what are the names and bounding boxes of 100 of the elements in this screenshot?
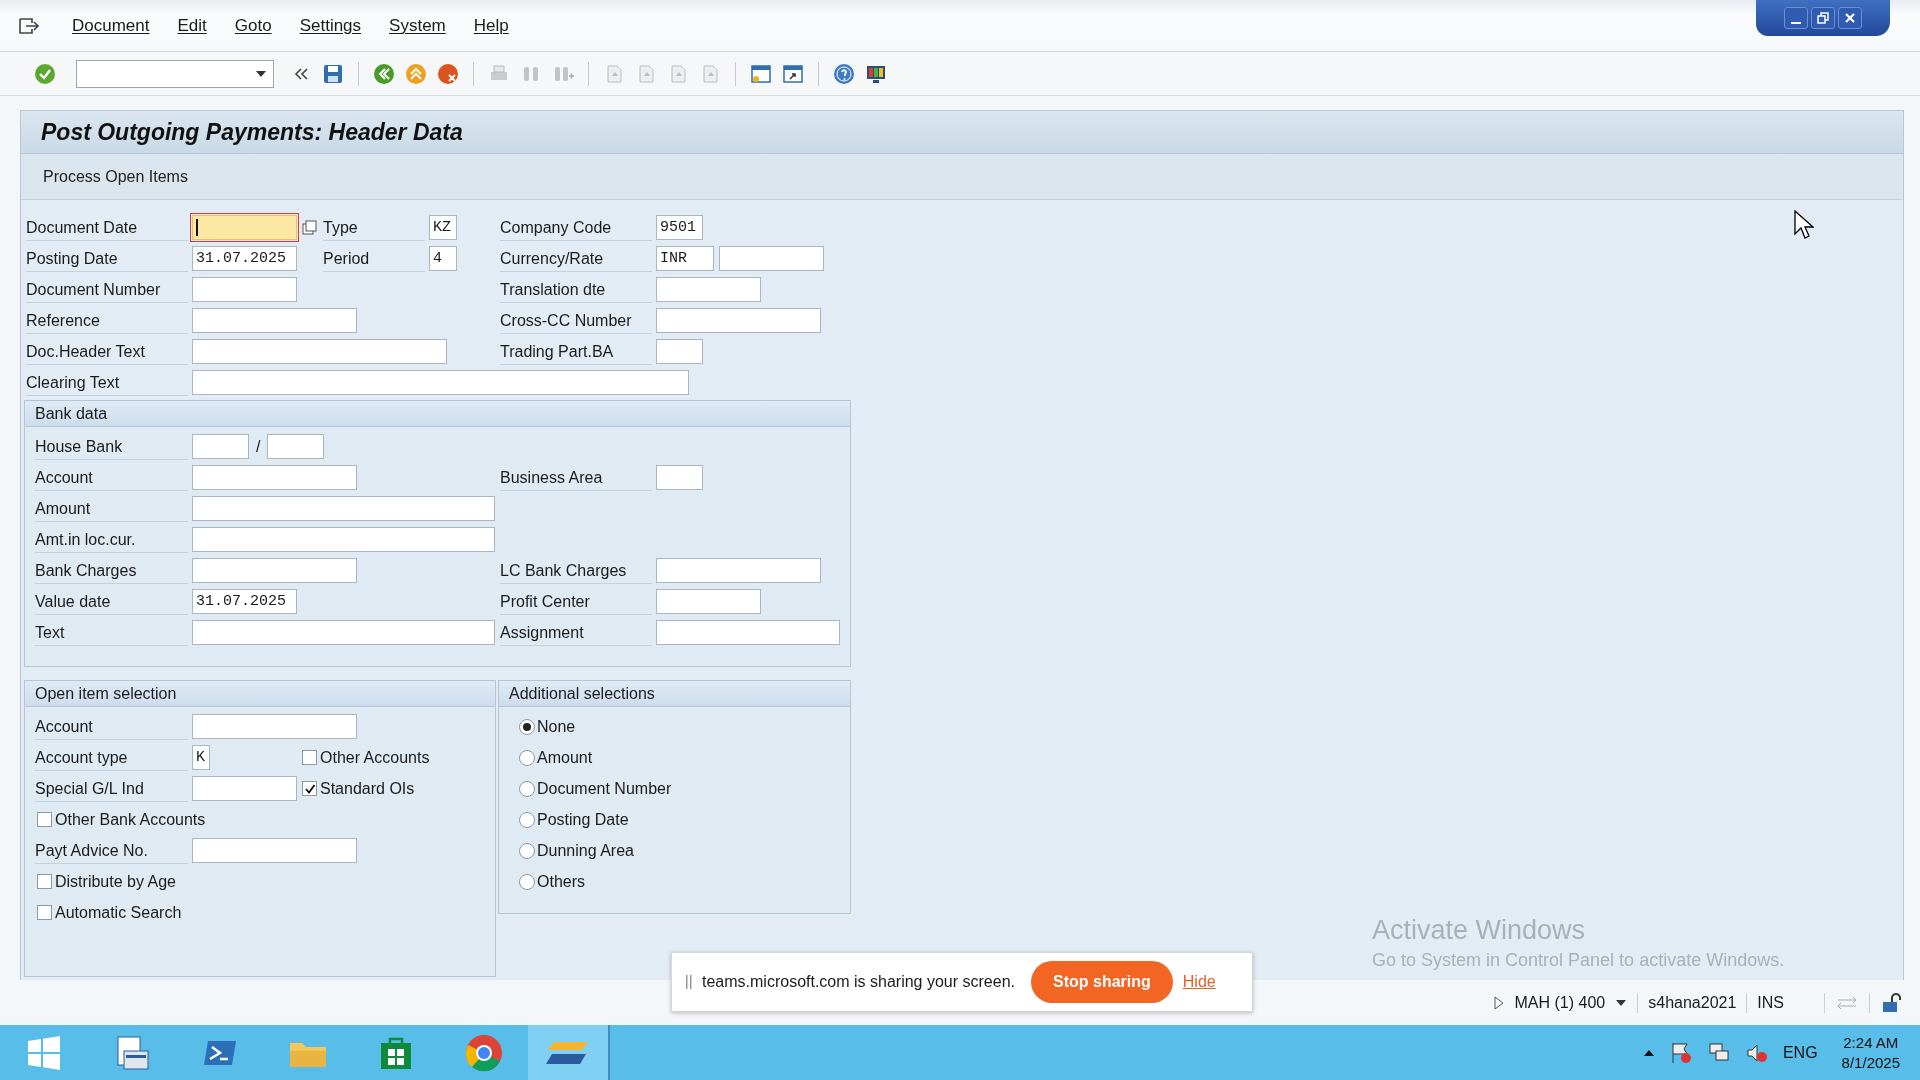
- input-field[interactable]: [192, 838, 357, 863]
- input-field[interactable]: [656, 620, 840, 645]
- input-field[interactable]: K: [192, 745, 210, 770]
- field-label: Special G/L Ind: [35, 775, 188, 802]
- field-label: Text: [35, 619, 188, 646]
- checkbox-label: Standard OIs: [320, 779, 415, 798]
- input-field[interactable]: [267, 434, 325, 459]
- radio-button[interactable]: [519, 780, 535, 797]
- input-field[interactable]: [656, 465, 703, 490]
- input-field[interactable]: 31.07.2025: [192, 246, 297, 271]
- menu-item[interactable]: System: [389, 15, 446, 36]
- menu-item[interactable]: Help: [473, 15, 509, 36]
- activation-title: Activate Windows: [1372, 915, 1587, 946]
- windows-logo-icon: [26, 1034, 62, 1071]
- input-field[interactable]: [192, 558, 357, 583]
- input-field[interactable]: [192, 496, 495, 521]
- menu-item[interactable]: Settings: [299, 15, 362, 36]
- input-field[interactable]: [192, 339, 447, 364]
- clock-time: 2:24 AM: [1843, 1032, 1899, 1053]
- lock-icon[interactable]: [1880, 991, 1902, 1014]
- activation-text: Go to System in Control Panel to activate Windows.: [1372, 950, 1785, 971]
- checkbox-label: Distribute by Age: [55, 872, 176, 891]
- checkbox[interactable]: [37, 874, 52, 889]
- menu-item[interactable]: Edit: [177, 15, 207, 36]
- input-field[interactable]: [192, 527, 495, 552]
- input-field[interactable]: 4: [429, 246, 457, 271]
- radio-label: Dunning Area: [537, 841, 634, 860]
- command-field[interactable]: [76, 59, 274, 88]
- input-field[interactable]: [656, 558, 821, 583]
- input-field[interactable]: [656, 308, 821, 333]
- radio-button[interactable]: [519, 842, 535, 859]
- input-field[interactable]: [192, 465, 357, 490]
- field-label: Bank Charges: [35, 557, 188, 584]
- sharing-text: teams.microsoft.com is sharing your screen.: [702, 973, 1015, 991]
- input-field[interactable]: [192, 776, 297, 801]
- field-label: Type: [323, 214, 425, 241]
- input-field[interactable]: [192, 370, 689, 395]
- checkbox-label: Other Accounts: [320, 748, 430, 767]
- restore-button[interactable]: [1811, 7, 1835, 29]
- language-indicator[interactable]: ENG: [1782, 1043, 1818, 1062]
- field-label: Account type: [35, 744, 188, 771]
- field-label: Company Code: [500, 214, 652, 241]
- field-label: Cross-CC Number: [500, 307, 652, 334]
- input-field[interactable]: [192, 308, 357, 333]
- input-field[interactable]: [192, 714, 357, 739]
- radio-button[interactable]: [519, 873, 535, 890]
- radio-label: Document Number: [537, 779, 672, 798]
- group-title: Bank data: [25, 401, 850, 427]
- radio-button[interactable]: [519, 718, 535, 735]
- input-field[interactable]: [719, 246, 824, 271]
- checkbox[interactable]: [37, 905, 52, 920]
- system-info: MAH (1) 400: [1514, 993, 1606, 1012]
- field-label: Clearing Text: [26, 369, 188, 396]
- input-field[interactable]: [656, 277, 761, 302]
- close-icon: [1843, 11, 1857, 25]
- input-field[interactable]: [192, 620, 495, 645]
- server-name: s4hana2021: [1648, 993, 1737, 1012]
- restore-icon: [1816, 11, 1830, 25]
- dropdown-caret-icon[interactable]: [1615, 998, 1628, 1007]
- field-label: Profit Center: [500, 588, 652, 615]
- field-label: Doc.Header Text: [26, 338, 188, 365]
- hide-link[interactable]: Hide: [1182, 973, 1216, 991]
- field-label: LC Bank Charges: [500, 557, 652, 584]
- input-field[interactable]: [656, 339, 703, 364]
- input-field[interactable]: [192, 434, 249, 459]
- input-field[interactable]: INR: [656, 246, 714, 271]
- radio-button[interactable]: [519, 749, 535, 766]
- taskbar-app[interactable]: [528, 1025, 610, 1080]
- toolbar-button[interactable]: Process Open Items: [41, 163, 190, 190]
- field-label: Translation dte: [500, 276, 652, 303]
- play-icon[interactable]: [1492, 994, 1505, 1011]
- radio-label: Posting Date: [537, 810, 629, 829]
- grip-icon[interactable]: [686, 975, 692, 989]
- field-label: Account: [35, 464, 188, 491]
- input-field[interactable]: [656, 589, 761, 614]
- checkbox[interactable]: [302, 781, 317, 796]
- input-field[interactable]: 9501: [656, 215, 703, 240]
- checkbox-label: Automatic Search: [55, 903, 182, 922]
- radio-button[interactable]: [519, 811, 535, 828]
- chevron-up-icon[interactable]: [1642, 1048, 1655, 1057]
- menu-item[interactable]: Goto: [234, 15, 272, 36]
- minimize-button[interactable]: [1784, 7, 1808, 29]
- input-field[interactable]: KZ: [429, 215, 457, 240]
- radio-label: Others: [537, 872, 585, 891]
- close-button[interactable]: [1838, 7, 1862, 29]
- copy-icon[interactable]: [302, 219, 318, 236]
- field-label: Business Area: [500, 464, 652, 491]
- input-field[interactable]: [192, 277, 297, 302]
- field-label: Reference: [26, 307, 188, 334]
- input-field[interactable]: [192, 215, 297, 240]
- field-label: Trading Part.BA: [500, 338, 652, 365]
- checkbox[interactable]: [37, 812, 52, 827]
- field-label: Document Date: [26, 214, 188, 241]
- separator-text: /: [255, 437, 262, 456]
- menu-item[interactable]: Document: [72, 15, 150, 36]
- input-field[interactable]: 31.07.2025: [192, 589, 297, 614]
- field-label: Document Number: [26, 276, 188, 303]
- checkbox[interactable]: [302, 750, 317, 765]
- cursor-icon: [1794, 210, 1814, 240]
- insert-mode: INS: [1757, 993, 1784, 1012]
